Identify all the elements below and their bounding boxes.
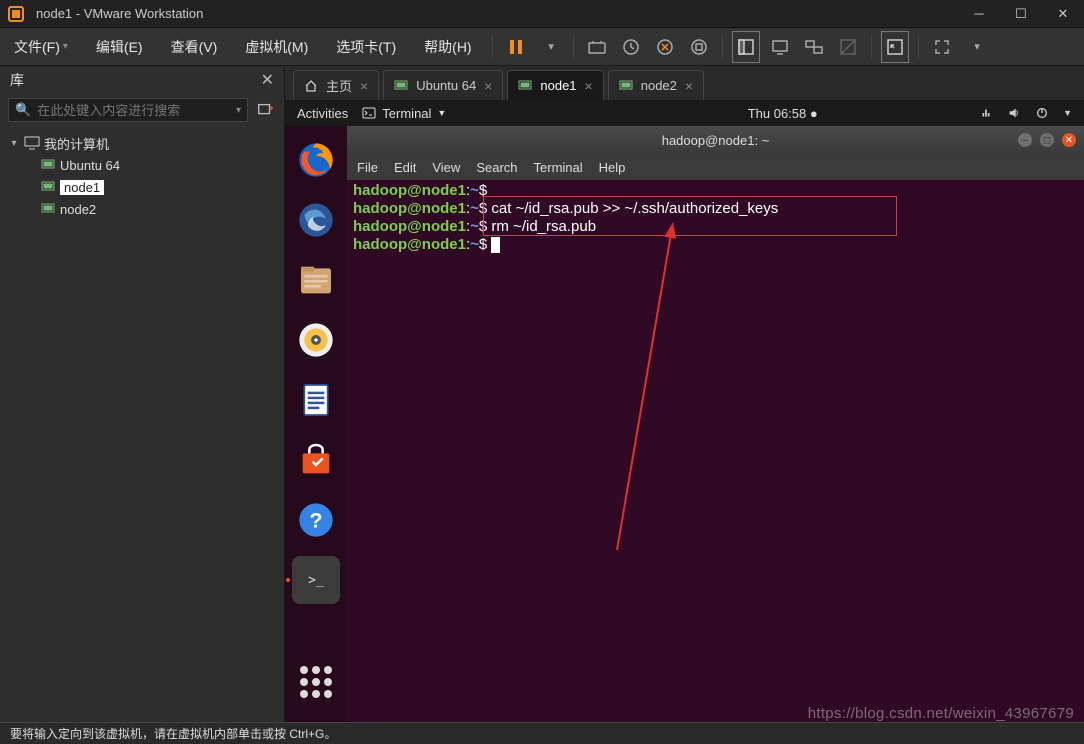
- tab-close-icon[interactable]: ×: [360, 78, 368, 94]
- dock-firefox[interactable]: [292, 136, 340, 184]
- app-indicator[interactable]: Terminal ▼: [362, 106, 446, 121]
- clock[interactable]: Thu 06:58 ●: [460, 106, 965, 121]
- terminal-window[interactable]: hadoop@node1: ~ – ◻ ✕ File Edit View Sea: [347, 126, 1084, 722]
- close-panel-icon[interactable]: ✕: [261, 70, 274, 90]
- terminal-titlebar: hadoop@node1: ~ – ◻ ✕: [347, 126, 1084, 154]
- menu-tabs[interactable]: 选项卡(T): [322, 28, 410, 66]
- home-icon: [304, 79, 318, 93]
- term-maximize-button[interactable]: ◻: [1040, 133, 1054, 147]
- activities-button[interactable]: Activities: [297, 106, 348, 121]
- watermark: https://blog.csdn.net/weixin_43967679: [808, 705, 1074, 722]
- statusbar: 要将输入定向到该虚拟机，请在虚拟机内部单击或按 Ctrl+G。: [0, 722, 1084, 744]
- view-unity-button[interactable]: [831, 28, 865, 66]
- library-sidebar: 库 ✕ 🔍 ▾ ▾ 我的计算机 Ubuntu 64 node1: [0, 66, 285, 722]
- vm-icon: [40, 203, 56, 215]
- tree-root-my-computer[interactable]: ▾ 我的计算机: [0, 132, 284, 154]
- term-close-button[interactable]: ✕: [1062, 133, 1076, 147]
- dock-rhythmbox[interactable]: [292, 316, 340, 364]
- menu-help[interactable]: 帮助(H): [410, 28, 485, 66]
- status-text: 要将输入定向到该虚拟机，请在虚拟机内部单击或按 Ctrl+G。: [10, 725, 336, 742]
- computer-icon: [24, 136, 40, 150]
- fullscreen-dropdown[interactable]: ▾: [959, 28, 993, 66]
- term-menu-search[interactable]: Search: [476, 160, 517, 175]
- svg-text:?: ?: [309, 508, 322, 533]
- new-vm-button[interactable]: [254, 99, 276, 121]
- tab-bar: 主页 × Ubuntu 64 × node1 × node2 ×: [285, 66, 1084, 100]
- vmware-icon: [8, 6, 24, 22]
- library-search[interactable]: 🔍 ▾: [8, 98, 248, 122]
- terminal-cursor: [491, 237, 500, 253]
- close-button[interactable]: ✕: [1042, 0, 1084, 28]
- tree-item-node2[interactable]: node2: [0, 198, 284, 220]
- library-title: 库: [10, 70, 24, 90]
- power-dropdown[interactable]: ▾: [533, 28, 567, 66]
- dock-show-apps[interactable]: [296, 662, 336, 702]
- window-title: node1 - VMware Workstation: [32, 6, 958, 21]
- tab-close-icon[interactable]: ×: [585, 78, 593, 94]
- minimize-button[interactable]: ─: [958, 0, 1000, 28]
- view-multi-button[interactable]: [797, 28, 831, 66]
- pause-button[interactable]: [499, 28, 533, 66]
- term-menu-edit[interactable]: Edit: [394, 160, 416, 175]
- term-menu-file[interactable]: File: [357, 160, 378, 175]
- term-menu-view[interactable]: View: [432, 160, 460, 175]
- fullscreen-button[interactable]: [925, 28, 959, 66]
- terminal-menubar: File Edit View Search Terminal Help: [347, 154, 1084, 180]
- network-icon[interactable]: [979, 106, 993, 120]
- ubuntu-dock: ? >_: [285, 126, 347, 722]
- ubuntu-top-bar: Activities Terminal ▼ Thu 06:58 ● ▼: [285, 100, 1084, 126]
- tree-collapse-icon[interactable]: ▾: [8, 138, 20, 149]
- tree-item-ubuntu64[interactable]: Ubuntu 64: [0, 154, 284, 176]
- snapshot-button[interactable]: [614, 28, 648, 66]
- search-input[interactable]: [37, 103, 236, 118]
- vm-tab-icon: [394, 79, 408, 93]
- terminal-body[interactable]: hadoop@node1:~$ hadoop@node1:~$ cat ~/id…: [347, 180, 1084, 722]
- tab-node2[interactable]: node2 ×: [608, 70, 704, 100]
- menu-file[interactable]: 文件(F)▾: [0, 28, 82, 66]
- terminal-icon: [362, 106, 376, 120]
- menu-view[interactable]: 查看(V): [157, 28, 232, 66]
- vm-icon: [40, 159, 56, 171]
- maximize-button[interactable]: ☐: [1000, 0, 1042, 28]
- snapshot-manager-button[interactable]: [682, 28, 716, 66]
- tree-item-node1[interactable]: node1: [0, 176, 284, 198]
- vm-tab-icon: [619, 79, 633, 93]
- dock-files[interactable]: [292, 256, 340, 304]
- dock-libreoffice[interactable]: [292, 376, 340, 424]
- tab-home[interactable]: 主页 ×: [293, 70, 379, 100]
- enter-fullscreen-button[interactable]: [878, 28, 912, 66]
- search-icon: 🔍: [15, 102, 31, 118]
- vm-tab-icon: [518, 79, 532, 93]
- dock-terminal[interactable]: >_: [292, 556, 340, 604]
- dock-software[interactable]: [292, 436, 340, 484]
- dock-thunderbird[interactable]: [292, 196, 340, 244]
- highlight-annotation: [483, 196, 897, 236]
- tab-close-icon[interactable]: ×: [484, 78, 492, 94]
- view-single-button[interactable]: [729, 28, 763, 66]
- menubar: 文件(F)▾ 编辑(E) 查看(V) 虚拟机(M) 选项卡(T) 帮助(H) ▾…: [0, 28, 1084, 66]
- tab-close-icon[interactable]: ×: [685, 78, 693, 94]
- menu-edit[interactable]: 编辑(E): [82, 28, 157, 66]
- vm-icon: [40, 181, 56, 193]
- term-minimize-button[interactable]: –: [1018, 133, 1032, 147]
- search-dropdown-icon[interactable]: ▾: [236, 105, 241, 116]
- vm-tree: ▾ 我的计算机 Ubuntu 64 node1 node2: [0, 126, 284, 226]
- terminal-title: hadoop@node1: ~: [662, 133, 770, 148]
- send-ctrl-alt-del-button[interactable]: [580, 28, 614, 66]
- guest-display[interactable]: Activities Terminal ▼ Thu 06:58 ● ▼: [285, 100, 1084, 722]
- power-icon[interactable]: [1035, 106, 1049, 120]
- snapshot-revert-button[interactable]: [648, 28, 682, 66]
- content-area: 主页 × Ubuntu 64 × node1 × node2 ×: [285, 66, 1084, 722]
- dock-help[interactable]: ?: [292, 496, 340, 544]
- term-menu-help[interactable]: Help: [599, 160, 626, 175]
- titlebar: node1 - VMware Workstation ─ ☐ ✕: [0, 0, 1084, 28]
- menu-vm[interactable]: 虚拟机(M): [231, 28, 322, 66]
- tab-node1[interactable]: node1 ×: [507, 70, 603, 100]
- view-console-button[interactable]: [763, 28, 797, 66]
- volume-icon[interactable]: [1007, 106, 1021, 120]
- arrow-annotation: [597, 220, 717, 560]
- tab-ubuntu64[interactable]: Ubuntu 64 ×: [383, 70, 503, 100]
- term-menu-terminal[interactable]: Terminal: [534, 160, 583, 175]
